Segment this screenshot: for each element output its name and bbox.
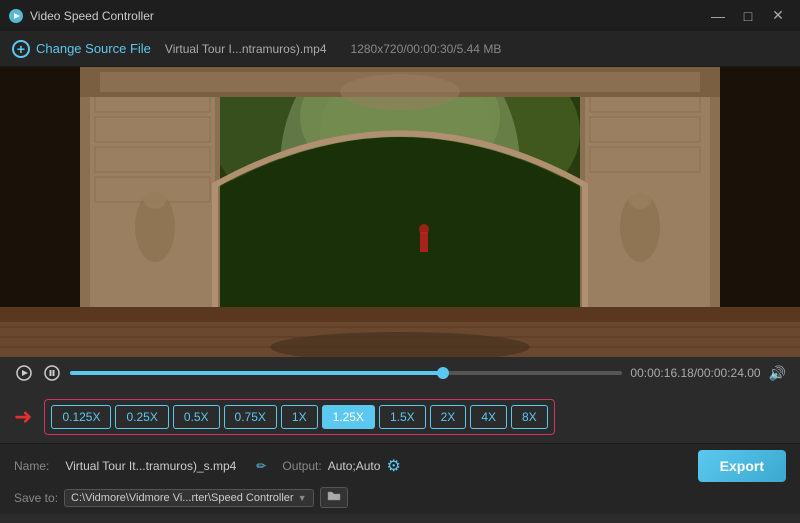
- save-to-label: Save to:: [14, 491, 58, 505]
- close-button[interactable]: ✕: [764, 6, 792, 26]
- speed-button-1x[interactable]: 1X: [281, 405, 318, 429]
- change-source-label: Change Source File: [36, 41, 151, 56]
- settings-button[interactable]: ⚙: [386, 456, 400, 476]
- speed-button-05x[interactable]: 0.5X: [173, 405, 220, 429]
- speed-button-125x[interactable]: 1.25X: [322, 405, 375, 429]
- speed-buttons-wrapper: 0.125X0.25X0.5X0.75X1X1.25X1.5X2X4X8X: [44, 399, 554, 435]
- app-title: Video Speed Controller: [30, 9, 154, 23]
- video-content: [0, 67, 800, 357]
- toolbar: + Change Source File Virtual Tour I...nt…: [0, 31, 800, 67]
- progress-bar[interactable]: [70, 371, 622, 375]
- maximize-button[interactable]: □: [734, 6, 762, 26]
- total-time: 00:00:24.00: [697, 366, 760, 380]
- arrow-indicator: ➜: [14, 404, 32, 430]
- speed-button-025x[interactable]: 0.25X: [115, 405, 168, 429]
- change-source-button[interactable]: + Change Source File: [12, 40, 151, 58]
- speed-button-8x[interactable]: 8X: [511, 405, 548, 429]
- app-icon: [8, 8, 24, 24]
- save-path-value: C:\Vidmore\Vidmore Vi...rter\Speed Contr…: [71, 492, 294, 504]
- bottom-bar: Name: Virtual Tour It...tramuros)_s.mp4 …: [0, 443, 800, 514]
- window-controls: — □ ✕: [704, 6, 792, 26]
- save-path-select[interactable]: C:\Vidmore\Vidmore Vi...rter\Speed Contr…: [64, 489, 313, 507]
- playback-row: 00:00:16.18/00:00:24.00 🔊: [14, 363, 786, 383]
- video-preview: [0, 67, 800, 357]
- plus-icon: +: [12, 40, 30, 58]
- output-value: Auto;Auto: [328, 459, 381, 473]
- bottom-row1: Name: Virtual Tour It...tramuros)_s.mp4 …: [14, 450, 786, 482]
- progress-fill: [70, 371, 443, 375]
- controls-area: 00:00:16.18/00:00:24.00 🔊: [0, 357, 800, 393]
- name-label: Name:: [14, 459, 49, 473]
- speed-button-075x[interactable]: 0.75X: [224, 405, 277, 429]
- bottom-row2: Save to: C:\Vidmore\Vidmore Vi...rter\Sp…: [14, 487, 786, 508]
- edit-icon[interactable]: ✏: [256, 459, 266, 473]
- title-bar: Video Speed Controller — □ ✕: [0, 0, 800, 31]
- speed-button-0125x[interactable]: 0.125X: [51, 405, 111, 429]
- folder-icon: [327, 490, 341, 502]
- volume-icon[interactable]: 🔊: [769, 365, 786, 382]
- name-value: Virtual Tour It...tramuros)_s.mp4: [65, 459, 236, 473]
- stop-icon: [44, 365, 60, 381]
- open-folder-button[interactable]: [320, 487, 348, 508]
- output-label: Output:: [282, 459, 321, 473]
- play-icon: [16, 365, 32, 381]
- time-display: 00:00:16.18/00:00:24.00: [630, 366, 760, 380]
- chevron-down-icon: ▼: [298, 493, 307, 503]
- speed-button-2x[interactable]: 2X: [430, 405, 467, 429]
- play-button[interactable]: [14, 363, 34, 383]
- speed-button-15x[interactable]: 1.5X: [379, 405, 426, 429]
- minimize-button[interactable]: —: [704, 6, 732, 26]
- title-bar-left: Video Speed Controller: [8, 8, 154, 24]
- file-name: Virtual Tour I...ntramuros).mp4: [165, 42, 327, 56]
- speed-area: ➜ 0.125X0.25X0.5X0.75X1X1.25X1.5X2X4X8X: [0, 393, 800, 443]
- progress-thumb[interactable]: [437, 367, 449, 379]
- current-time: 00:00:16.18: [630, 366, 693, 380]
- export-button[interactable]: Export: [698, 450, 786, 482]
- speed-button-4x[interactable]: 4X: [470, 405, 507, 429]
- video-frame: [0, 67, 800, 357]
- file-resolution: 1280x720/00:00:30/5.44 MB: [351, 42, 502, 56]
- output-section: Output: Auto;Auto ⚙: [282, 456, 400, 476]
- stop-button[interactable]: [42, 363, 62, 383]
